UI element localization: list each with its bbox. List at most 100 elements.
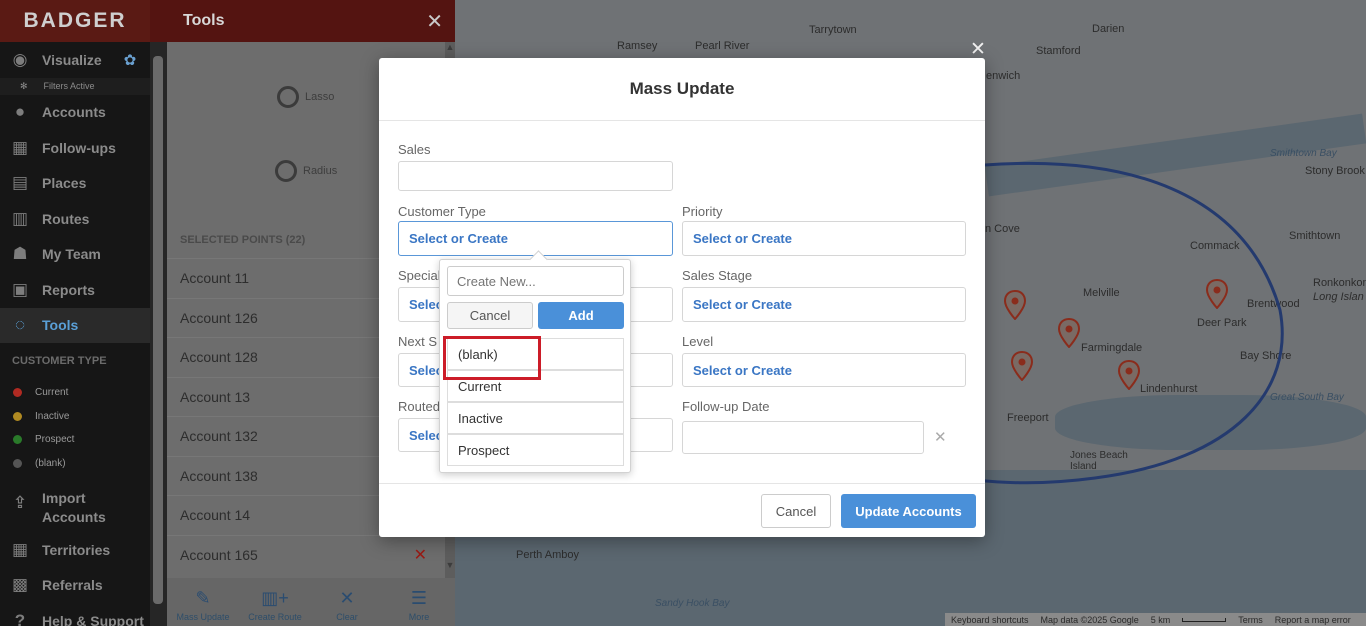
radius-button[interactable]: Radius xyxy=(275,160,337,182)
help-icon: ? xyxy=(14,610,26,626)
nav-item-label: Help & Support xyxy=(42,612,144,626)
customer-type-heading: CUSTOMER TYPE xyxy=(0,343,150,381)
filters-active-indicator[interactable]: ✻ Filters Active xyxy=(0,77,150,95)
legend-label: Inactive xyxy=(35,410,70,422)
sales-stage-label: Sales Stage xyxy=(682,268,753,283)
legend-dot xyxy=(13,458,22,468)
map-label: Darien xyxy=(1092,23,1125,35)
clear-date-icon[interactable]: ✕ xyxy=(934,428,947,446)
close-icon[interactable]: ✕ xyxy=(426,9,443,34)
nav-item-territories[interactable]: ▦ Territories xyxy=(0,532,150,568)
nav-item-label: Accounts xyxy=(42,104,106,121)
close-icon: ✕ xyxy=(339,588,355,608)
legend-item-blank[interactable]: (blank) xyxy=(0,452,150,476)
map-footer: Keyboard shortcuts Map data ©2025 Google… xyxy=(945,613,1366,626)
tools-panel-header: Tools ✕ xyxy=(150,0,455,42)
sales-label: Sales xyxy=(398,142,431,157)
keyboard-shortcuts-link[interactable]: Keyboard shortcuts xyxy=(951,615,1029,625)
legend-item-inactive[interactable]: Inactive xyxy=(0,405,150,429)
scroll-up-icon[interactable]: ▲ xyxy=(445,42,455,52)
gift-icon: ▩ xyxy=(11,575,29,595)
customer-type-label: Customer Type xyxy=(398,204,486,219)
follow-up-date-input[interactable] xyxy=(682,421,924,454)
nav-item-places[interactable]: ▤ Places xyxy=(0,166,150,202)
terms-link[interactable]: Terms xyxy=(1238,615,1263,625)
map-label: Stamford xyxy=(1036,45,1081,57)
customer-type-select[interactable]: Select or Create xyxy=(398,221,673,256)
lasso-label: Lasso xyxy=(305,91,335,103)
nav-item-visualize[interactable]: ◉ Visualize ✿ xyxy=(0,42,150,78)
mass-update-button[interactable]: ✎ Mass Update xyxy=(167,578,239,626)
nav-item-label: Territories xyxy=(42,541,111,558)
remove-icon[interactable]: ✕ xyxy=(414,545,427,565)
account-name: Account 14 xyxy=(180,507,251,524)
nav-item-referrals[interactable]: ▩ Referrals xyxy=(0,568,150,604)
legend-item-current[interactable]: Current xyxy=(0,381,150,405)
sales-stage-select[interactable]: Select or Create xyxy=(682,287,966,322)
map-label: Pearl River xyxy=(695,40,750,52)
priority-label: Priority xyxy=(682,204,723,219)
tools-bottom-bar: ✎ Mass Update ▥+ Create Route ✕ Clear ☰ … xyxy=(167,578,455,626)
upload-icon: ⇪ xyxy=(12,492,28,512)
nav-item-help[interactable]: ? Help & Support xyxy=(0,603,150,626)
account-name: Account 138 xyxy=(180,467,258,484)
nav-item-import-accounts[interactable]: ⇪ Import Accounts xyxy=(0,485,150,532)
legend-dot xyxy=(13,411,22,421)
nav-item-tools[interactable]: ◌ Tools xyxy=(0,307,150,343)
nav-item-accounts[interactable]: ● Accounts xyxy=(0,95,150,131)
nav-item-my-team[interactable]: ☗ My Team xyxy=(0,237,150,273)
radius-label: Radius xyxy=(303,165,338,177)
person-edit-icon: ✎ xyxy=(195,588,211,608)
routed-label: Routed xyxy=(398,399,440,414)
dialog-title: Mass Update xyxy=(379,58,985,121)
badger-logo[interactable]: BADGER xyxy=(0,0,150,42)
more-button[interactable]: ☰ More xyxy=(383,578,455,626)
radius-icon xyxy=(275,160,297,182)
dropdown-add-button[interactable]: Add xyxy=(538,302,624,329)
map-plus-icon: ▥+ xyxy=(261,588,289,608)
grid-icon: ▦ xyxy=(11,539,29,559)
level-label: Level xyxy=(682,334,714,349)
report-icon: ▣ xyxy=(11,279,29,299)
nav-item-reports[interactable]: ▣ Reports xyxy=(0,272,150,308)
map-label: Stony Brook xyxy=(1305,165,1365,177)
dropdown-option-inactive[interactable]: Inactive xyxy=(447,402,624,434)
report-map-error-link[interactable]: Report a map error xyxy=(1275,615,1351,625)
map-label: Tarrytown xyxy=(809,24,857,36)
nav-item-label: Visualize xyxy=(42,51,102,68)
nav-scrollbar-thumb[interactable] xyxy=(153,56,163,604)
legend-dot xyxy=(13,388,22,398)
tools-panel-title: Tools xyxy=(183,12,225,29)
nav-item-label: Tools xyxy=(42,317,79,334)
color-wheel-icon: ✿ xyxy=(123,51,137,69)
dropdown-cancel-button[interactable]: Cancel xyxy=(447,302,533,329)
specialty-label: Special xyxy=(398,268,441,283)
map-label: Long Islan xyxy=(1313,291,1364,303)
dropdown-option-prospect[interactable]: Prospect xyxy=(447,434,624,466)
calendar-icon: ▦ xyxy=(11,137,29,157)
nav-scrollbar[interactable] xyxy=(150,42,167,626)
map-label: Smithtown xyxy=(1289,230,1341,242)
create-route-button[interactable]: ▥+ Create Route xyxy=(239,578,311,626)
nav-item-follow-ups[interactable]: ▦ Follow-ups xyxy=(0,130,150,166)
priority-select[interactable]: Select or Create xyxy=(682,221,966,256)
account-name: Account 132 xyxy=(180,428,258,445)
scroll-down-icon[interactable]: ▼ xyxy=(445,560,455,570)
level-select[interactable]: Select or Create xyxy=(682,353,966,387)
cancel-button[interactable]: Cancel xyxy=(761,494,831,528)
legend-item-prospect[interactable]: Prospect xyxy=(0,428,150,452)
nav-item-label: Import Accounts xyxy=(42,490,106,525)
legend-label: Prospect xyxy=(35,434,75,446)
account-name: Account 126 xyxy=(180,309,258,326)
nav-item-routes[interactable]: ▥ Routes xyxy=(0,201,150,237)
nav-item-label: My Team xyxy=(42,246,101,263)
lasso-button[interactable]: Lasso xyxy=(277,86,334,108)
create-new-input[interactable] xyxy=(447,266,624,296)
account-name: Account 11 xyxy=(180,270,250,287)
sales-input[interactable] xyxy=(398,161,673,191)
update-accounts-button[interactable]: Update Accounts xyxy=(841,494,976,528)
nav-item-label: Referrals xyxy=(42,577,103,594)
map-label: Perth Amboy xyxy=(516,549,579,561)
list-item[interactable]: Account 165 ✕ xyxy=(167,534,445,575)
clear-button[interactable]: ✕ Clear xyxy=(311,578,383,626)
